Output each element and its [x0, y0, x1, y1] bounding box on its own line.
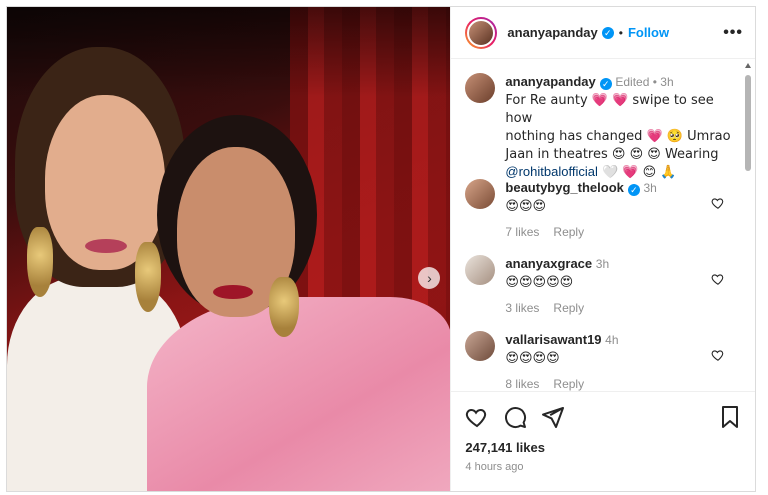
- post-header: ananyapanday ✓ • Follow •••: [451, 7, 755, 59]
- comment-item: vallarisawant19 4h 😍😍😍😍 8 likes Reply: [451, 331, 747, 391]
- verified-badge-icon: ✓: [627, 184, 640, 196]
- commenter-avatar[interactable]: [465, 255, 496, 285]
- caption: ananyapanday ✓ Edited • 3h For Re aunty 💗…: [451, 73, 747, 181]
- person-left-lips: [85, 239, 127, 253]
- follow-button[interactable]: Follow: [628, 25, 669, 40]
- comment-likes[interactable]: 7 likes: [505, 225, 539, 239]
- comment-body: vallarisawant19 4h 😍😍😍😍 8 likes Reply: [505, 331, 733, 391]
- comment-like-heart-icon[interactable]: [711, 196, 725, 210]
- commenter-username[interactable]: vallarisawant19: [505, 332, 601, 347]
- post-actions: 247,141 likes 4 hours ago: [451, 391, 755, 491]
- commenter-username[interactable]: ananyaxgrace: [505, 256, 592, 271]
- scrollbar-thumb[interactable]: [745, 75, 751, 171]
- caption-line-4: 🤍 💗 😊 🙏: [597, 165, 677, 180]
- comments-scrollbar[interactable]: [744, 63, 752, 391]
- person-right-lips: [213, 285, 253, 299]
- more-options-icon[interactable]: •••: [723, 24, 743, 42]
- caption-line-1: For Re aunty 💗 💗 swipe to see how: [505, 93, 714, 126]
- earring-right-person: [269, 277, 299, 337]
- comments-section[interactable]: ananyapanday ✓ Edited • 3h For Re aunty 💗…: [451, 59, 755, 391]
- reply-button[interactable]: Reply: [553, 225, 584, 239]
- caption-edited: Edited: [615, 75, 650, 89]
- comment-item: ananyaxgrace 3h 😍😍😍😍😍 3 likes Reply: [451, 255, 747, 317]
- comment-likes[interactable]: 8 likes: [505, 377, 539, 391]
- chevron-right-icon: ›: [427, 270, 432, 286]
- action-icons: [465, 402, 741, 432]
- earring-left: [27, 227, 53, 297]
- verified-badge-icon: ✓: [599, 78, 612, 90]
- commenter-avatar[interactable]: [465, 331, 496, 361]
- comment-time: 4h: [605, 333, 619, 347]
- comment-icon[interactable]: [503, 405, 527, 429]
- scroll-up-arrow-icon[interactable]: [745, 63, 751, 68]
- post-sidebar: ananyapanday ✓ • Follow ••• ananyapanday…: [450, 7, 755, 491]
- post-photo[interactable]: ›: [7, 7, 451, 491]
- instagram-post: › ananyapanday ✓ • Follow ••• ananyapand…: [6, 6, 756, 492]
- reply-button[interactable]: Reply: [553, 377, 584, 391]
- comment-time: 3h: [643, 181, 657, 195]
- author-avatar[interactable]: [465, 16, 498, 49]
- heart-icon[interactable]: [465, 405, 489, 429]
- post-timestamp[interactable]: 4 hours ago: [465, 461, 741, 473]
- bookmark-icon[interactable]: [719, 405, 741, 429]
- caption-username[interactable]: ananyapanday: [505, 74, 595, 89]
- commenter-username[interactable]: beautybyg_thelook: [505, 180, 623, 195]
- verified-badge-icon: ✓: [601, 26, 614, 39]
- comment-like-heart-icon[interactable]: [711, 272, 725, 286]
- comment-text: 😍😍😍: [505, 199, 547, 214]
- commenter-avatar[interactable]: [465, 179, 496, 209]
- comment-like-heart-icon[interactable]: [711, 348, 725, 362]
- author-username[interactable]: ananyapanday: [507, 25, 597, 40]
- comment-item: beautybyg_thelook ✓ 3h 😍😍😍 7 likes Reply: [451, 179, 747, 241]
- comment-body: beautybyg_thelook ✓ 3h 😍😍😍 7 likes Reply: [505, 179, 733, 241]
- caption-line-3: Jaan in theatres 😍 😍 😍 Wearing: [505, 147, 719, 162]
- earring-right: [135, 242, 161, 312]
- likes-count[interactable]: 247,141 likes: [465, 440, 741, 455]
- comment-likes[interactable]: 3 likes: [505, 301, 539, 315]
- caption-line-2: nothing has changed 💗 🥺 Umrao: [505, 129, 731, 144]
- caption-avatar[interactable]: [465, 73, 496, 103]
- caption-time: 3h: [660, 75, 674, 89]
- comment-body: ananyaxgrace 3h 😍😍😍😍😍 3 likes Reply: [505, 255, 733, 317]
- person-right-saree: [147, 297, 451, 491]
- comment-text: 😍😍😍😍😍: [505, 275, 574, 290]
- separator-dot: •: [618, 25, 623, 40]
- reply-button[interactable]: Reply: [553, 301, 584, 315]
- comment-time: 3h: [595, 257, 610, 271]
- caption-text: ananyapanday ✓ Edited • 3h For Re aunty 💗…: [505, 74, 731, 180]
- comment-text: 😍😍😍😍: [505, 351, 560, 366]
- mention-link[interactable]: @rohitbalofficial: [505, 164, 597, 179]
- share-icon[interactable]: [541, 405, 565, 429]
